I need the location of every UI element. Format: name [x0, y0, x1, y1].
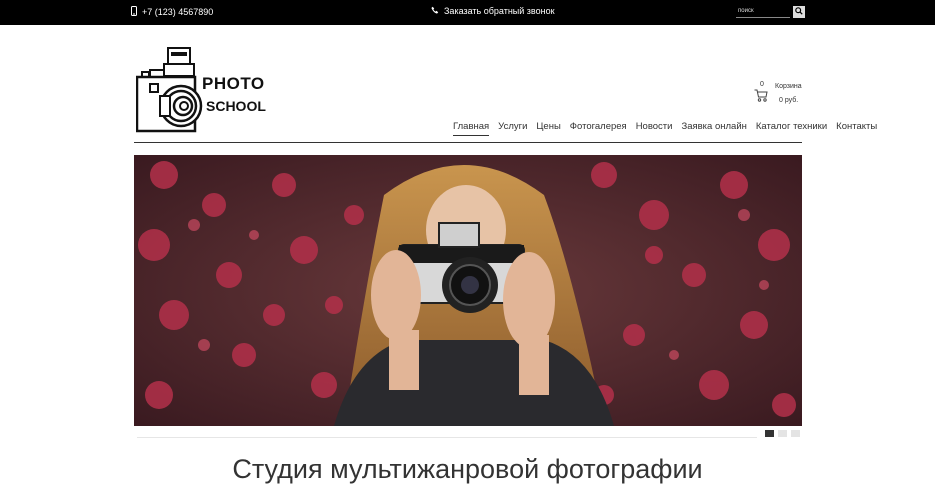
header-divider	[134, 142, 802, 143]
cart-icon	[754, 89, 768, 104]
page-title: Студия мультижанровой фотографии	[232, 454, 703, 484]
nav-item-services[interactable]: Услуги	[498, 121, 527, 136]
handset-icon	[431, 6, 439, 16]
hero-slider-image	[134, 155, 802, 426]
nav-item-prices[interactable]: Цены	[536, 121, 560, 136]
nav-item-news[interactable]: Новости	[636, 121, 673, 136]
nav-item-equipment-catalog[interactable]: Каталог техники	[756, 121, 827, 136]
logo-text-photo: PHOTO	[202, 74, 265, 93]
slider-dot-3[interactable]	[791, 430, 800, 437]
nav-item-contacts[interactable]: Контакты	[836, 121, 877, 136]
search-form	[736, 5, 805, 18]
logo-text-school: SCHOOL	[206, 98, 266, 114]
phone-number: +7 (123) 4567890	[142, 7, 214, 17]
nav-item-gallery[interactable]: Фотогалерея	[570, 121, 627, 136]
cart-total: 0 руб.	[779, 97, 799, 104]
search-input[interactable]	[736, 5, 790, 18]
site-logo[interactable]: PHOTO SCHOOL	[136, 46, 276, 134]
top-bar: +7 (123) 4567890 Заказать обратный звоно…	[0, 0, 935, 25]
callback-label: Заказать обратный звонок	[444, 6, 555, 16]
slider-dots	[765, 430, 800, 437]
search-icon	[795, 6, 803, 17]
callback-link[interactable]: Заказать обратный звонок	[431, 6, 555, 16]
slider-progress-line	[137, 437, 757, 438]
main-nav: Главная Услуги Цены Фотогалерея Новости …	[453, 121, 877, 136]
search-button[interactable]	[793, 5, 805, 18]
cart-count: 0	[760, 81, 764, 88]
cart-label: Корзина	[775, 83, 802, 90]
slider-dot-1[interactable]	[765, 430, 774, 437]
cart-widget[interactable]: 0 Корзина 0 руб.	[754, 80, 804, 110]
nav-item-home[interactable]: Главная	[453, 121, 490, 136]
phone-contact[interactable]: +7 (123) 4567890	[131, 6, 213, 18]
phone-icon	[131, 6, 137, 18]
slider-dot-2[interactable]	[778, 430, 787, 437]
nav-item-online-request[interactable]: Заявка онлайн	[681, 121, 746, 136]
